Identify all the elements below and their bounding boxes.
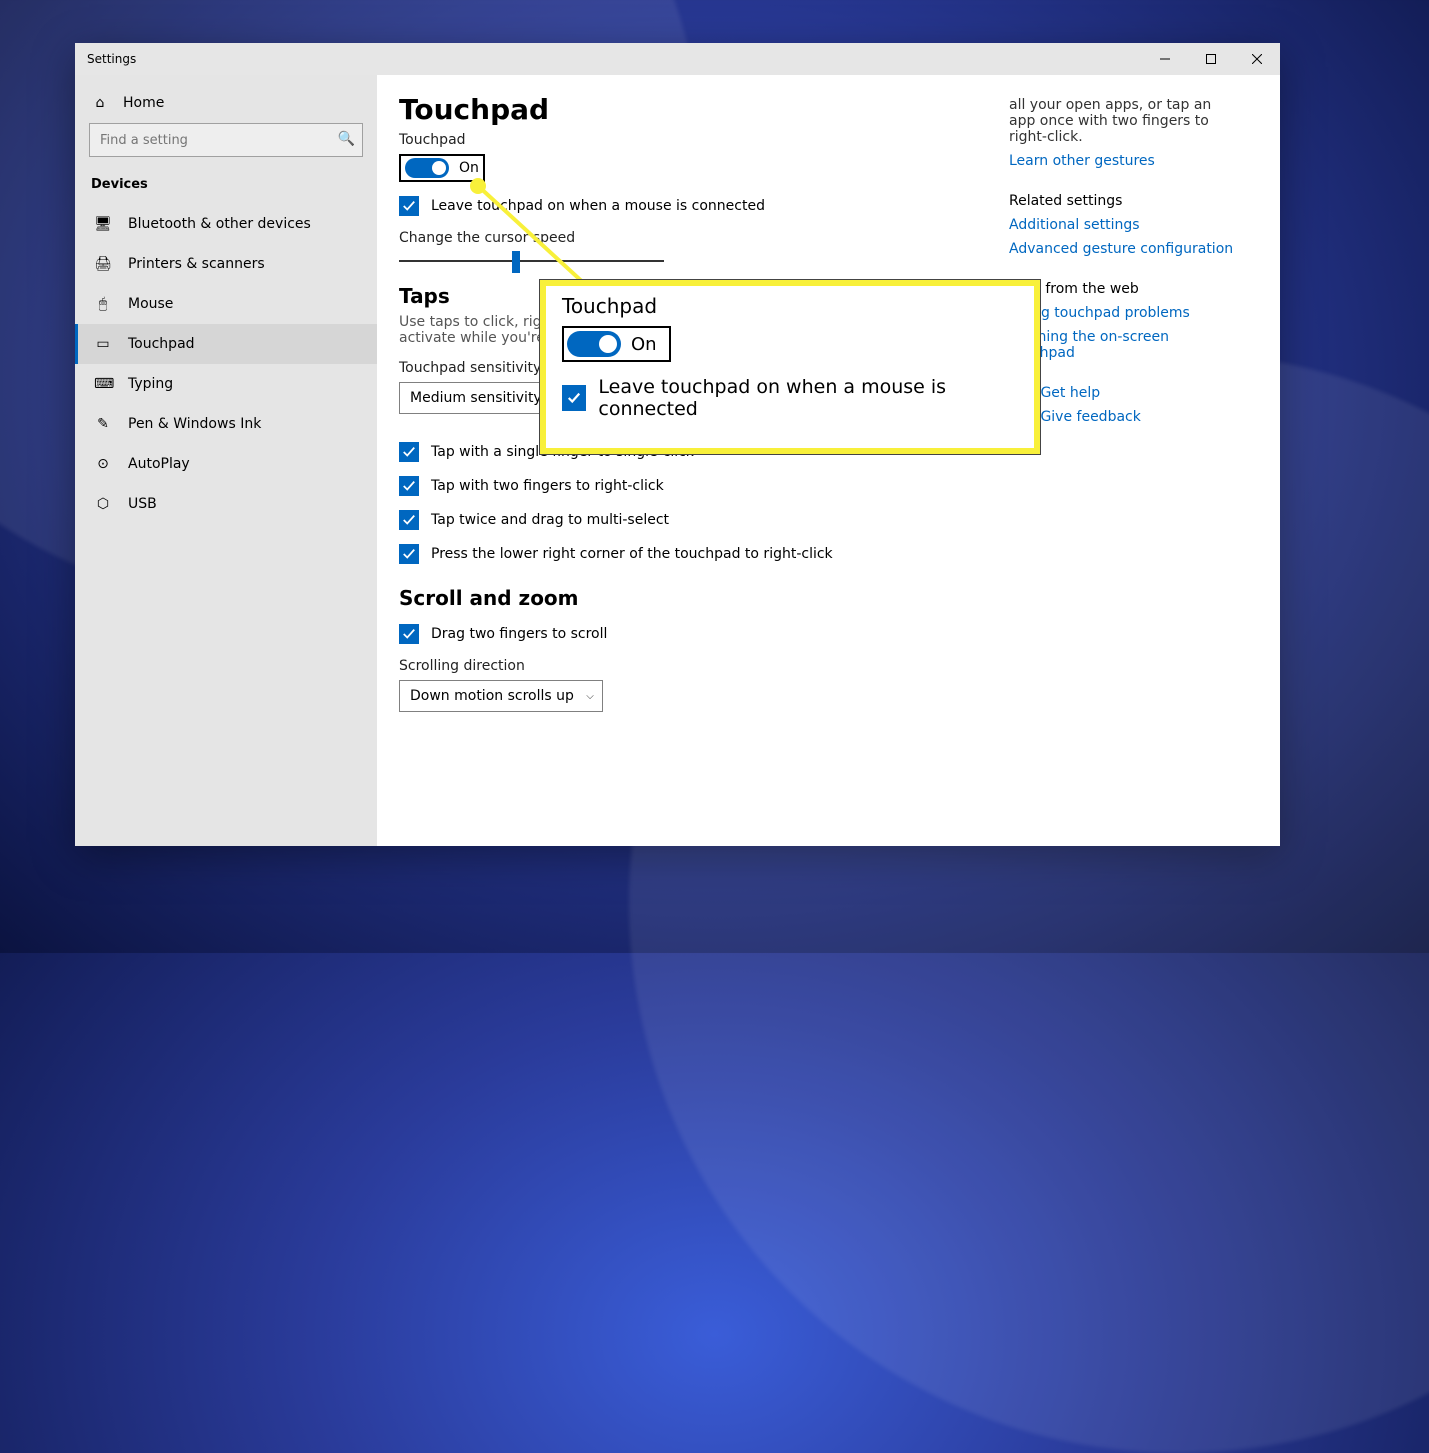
sidebar-item-bluetooth[interactable]: 🖥 Bluetooth & other devices: [75, 204, 377, 244]
chevron-down-icon: ⌵: [586, 691, 594, 702]
scroll-direction-select[interactable]: Down motion scrolls up ⌵: [399, 680, 603, 712]
gestures-intro: all your open apps, or tap an app once w…: [1009, 97, 1239, 145]
callout-checkbox[interactable]: [562, 385, 586, 411]
callout-title: Touchpad: [562, 294, 1018, 318]
corner-right-click-checkbox[interactable]: [399, 544, 419, 564]
sensitivity-value: Medium sensitivity: [410, 390, 542, 406]
drag-scroll-checkbox[interactable]: [399, 624, 419, 644]
give-feedback-link[interactable]: Give feedback: [1040, 409, 1140, 425]
scroll-heading: Scroll and zoom: [399, 586, 1258, 610]
fixing-touchpad-link[interactable]: Fixing touchpad problems: [1009, 305, 1239, 321]
mouse-icon: 🖱: [94, 296, 112, 312]
sidebar-item-label: Mouse: [128, 296, 173, 312]
sidebar-item-autoplay[interactable]: ⊙ AutoPlay: [75, 444, 377, 484]
additional-settings-link[interactable]: Additional settings: [1009, 217, 1239, 233]
sidebar-item-label: Bluetooth & other devices: [128, 216, 311, 232]
scroll-direction-value: Down motion scrolls up: [410, 688, 574, 704]
annotation-callout: Touchpad On Leave touchpad on when a mou…: [540, 280, 1040, 454]
main-content: Touchpad Touchpad On Leave touchpad on w…: [377, 75, 1280, 846]
sidebar-item-typing[interactable]: ⌨ Typing: [75, 364, 377, 404]
sidebar-item-label: USB: [128, 496, 157, 512]
window-title: Settings: [87, 52, 136, 66]
help-from-web-heading: Help from the web: [1009, 281, 1239, 297]
leave-on-checkbox[interactable]: [399, 196, 419, 216]
sidebar-item-printers[interactable]: 🖨 Printers & scanners: [75, 244, 377, 284]
tap-two-label: Tap with two fingers to right-click: [431, 478, 664, 494]
titlebar: Settings: [75, 43, 1280, 75]
sidebar-item-label: Pen & Windows Ink: [128, 416, 261, 432]
drag-scroll-label: Drag two fingers to scroll: [431, 626, 607, 642]
right-column: all your open apps, or tap an app once w…: [1009, 97, 1239, 449]
tap-drag-checkbox[interactable]: [399, 510, 419, 530]
get-help-link[interactable]: Get help: [1040, 385, 1100, 401]
sidebar-item-label: AutoPlay: [128, 456, 190, 472]
callout-toggle-state: On: [631, 334, 657, 355]
tap-drag-label: Tap twice and drag to multi-select: [431, 512, 669, 528]
highlighted-toggle-group: On: [399, 154, 485, 182]
printer-icon: 🖨: [94, 256, 112, 272]
sidebar-item-label: Typing: [128, 376, 173, 392]
keyboard-icon: ⌨: [94, 376, 112, 392]
sidebar-item-usb[interactable]: ⬡ USB: [75, 484, 377, 524]
usb-icon: ⬡: [94, 496, 112, 512]
sidebar-item-touchpad[interactable]: ▭ Touchpad: [75, 324, 377, 364]
related-settings-heading: Related settings: [1009, 193, 1239, 209]
advanced-gesture-link[interactable]: Advanced gesture configuration: [1009, 241, 1239, 257]
touchpad-toggle[interactable]: [405, 158, 449, 178]
callout-check-label: Leave touchpad on when a mouse is connec…: [598, 376, 1018, 420]
touchpad-icon: ▭: [94, 336, 112, 352]
close-button[interactable]: [1234, 43, 1280, 75]
callout-toggle[interactable]: [567, 331, 621, 357]
scroll-direction-label: Scrolling direction: [399, 658, 1258, 674]
learn-gestures-link[interactable]: Learn other gestures: [1009, 153, 1239, 169]
leave-on-label: Leave touchpad on when a mouse is connec…: [431, 198, 765, 214]
slider-thumb[interactable]: [512, 251, 520, 273]
onscreen-touchpad-link[interactable]: Opening the on-screen touchpad: [1009, 329, 1239, 361]
sidebar-section-label: Devices: [75, 167, 377, 204]
home-icon: ⌂: [91, 95, 109, 111]
maximize-button[interactable]: [1188, 43, 1234, 75]
toggle-state-label: On: [459, 160, 479, 176]
cursor-speed-slider[interactable]: [399, 260, 664, 262]
search-input[interactable]: [89, 123, 363, 157]
devices-icon: 🖥: [94, 216, 112, 232]
corner-right-click-label: Press the lower right corner of the touc…: [431, 546, 833, 562]
tap-single-checkbox[interactable]: [399, 442, 419, 462]
sidebar-item-label: Touchpad: [128, 336, 195, 352]
sidebar-item-pen[interactable]: ✎ Pen & Windows Ink: [75, 404, 377, 444]
minimize-button[interactable]: [1142, 43, 1188, 75]
home-label: Home: [123, 95, 164, 111]
home-button[interactable]: ⌂ Home: [75, 83, 377, 123]
sidebar: ⌂ Home 🔍 Devices 🖥 Bluetooth & other dev…: [75, 75, 377, 846]
sidebar-item-label: Printers & scanners: [128, 256, 265, 272]
window-controls: [1142, 43, 1280, 75]
tap-two-checkbox[interactable]: [399, 476, 419, 496]
pen-icon: ✎: [94, 416, 112, 432]
autoplay-icon: ⊙: [94, 456, 112, 472]
sidebar-item-mouse[interactable]: 🖱 Mouse: [75, 284, 377, 324]
